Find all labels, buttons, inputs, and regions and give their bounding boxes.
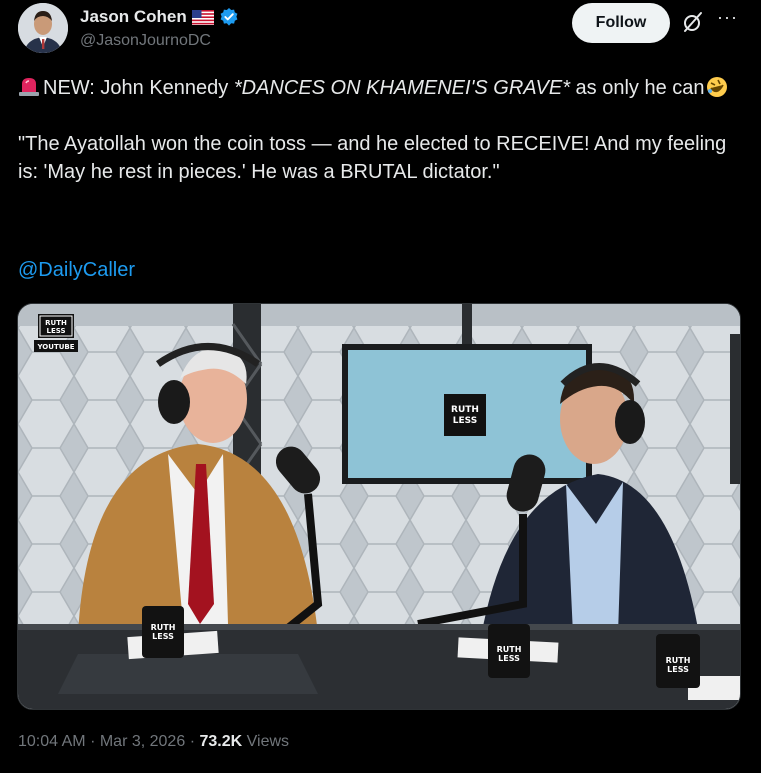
siren-emoji	[18, 75, 40, 97]
mug3-text-line1: RUTH	[666, 656, 691, 665]
author-info: Jason Cohen @JasonJournoDC	[80, 6, 239, 50]
mug2-text-line2: LESS	[498, 654, 520, 663]
views-label: Views	[246, 733, 290, 750]
mug3-text-line2: LESS	[667, 665, 689, 674]
tweet-text: NEW: John Kennedy *DANCES ON KHAMENEI'S …	[18, 74, 738, 186]
mug1-text-line1: RUTH	[151, 623, 176, 632]
verified-badge-icon[interactable]	[219, 7, 239, 27]
meta-separator: ·	[90, 733, 96, 750]
us-flag-icon	[191, 9, 214, 25]
tweet-tail: as only he can	[569, 77, 705, 99]
more-options-icon[interactable]: ···	[717, 8, 743, 32]
mug2-text-line1: RUTH	[497, 645, 522, 654]
screen-logo-line1: RUTH	[451, 405, 479, 415]
tweet-date[interactable]: Mar 3, 2026	[100, 733, 185, 750]
tweet-quote: "The Ayatollah won the coin toss — and h…	[18, 133, 732, 183]
watermark-logo-line1: RUTH	[45, 319, 67, 327]
author-handle[interactable]: @JasonJournoDC	[80, 32, 239, 50]
tweet-media[interactable]: RUTH LESS RUTH LESS RUTH LESS RUTH LESS …	[17, 303, 741, 710]
tweet-lead: NEW: John Kennedy	[43, 77, 234, 99]
screen-logo-line2: LESS	[453, 416, 477, 426]
follow-button[interactable]: Follow	[572, 3, 670, 43]
tweet-emphasis: *DANCES ON KHAMENEI'S GRAVE*	[233, 77, 570, 99]
watermark-caption: YOUTUBE	[36, 343, 74, 351]
video-still: RUTH LESS RUTH LESS RUTH LESS RUTH LESS …	[18, 304, 740, 709]
watermark-logo-line2: LESS	[46, 327, 65, 335]
meta-separator: ·	[189, 733, 196, 750]
author-avatar[interactable]	[18, 3, 68, 53]
tweet-meta: 10:04 AM · Mar 3, 2026 · 73.2K Views	[18, 733, 289, 751]
rolling-laughing-emoji	[706, 76, 728, 98]
mug1-text-line2: LESS	[152, 632, 174, 641]
tweet-time[interactable]: 10:04 AM	[18, 733, 86, 750]
views-count: 73.2K	[199, 733, 243, 750]
grok-icon[interactable]	[681, 10, 705, 34]
mention-link[interactable]: @DailyCaller	[18, 259, 135, 282]
author-name[interactable]: Jason Cohen	[80, 7, 187, 27]
